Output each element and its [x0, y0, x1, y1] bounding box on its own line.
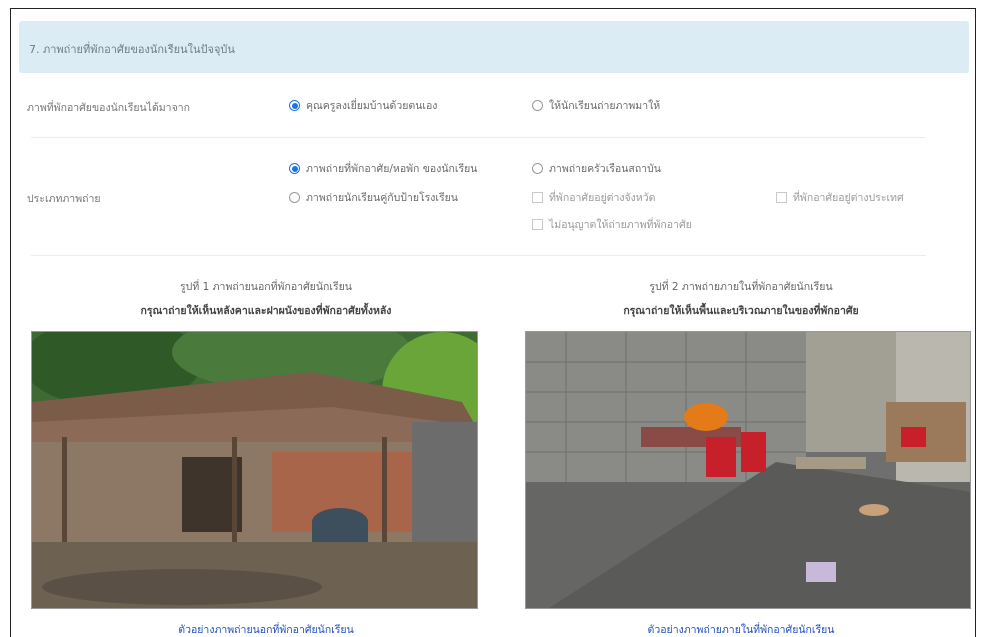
- checkbox-other-province[interactable]: [532, 192, 543, 203]
- check-not-allowed[interactable]: ไม่อนุญาตให้ถ่ายภาพที่พักอาศัย: [532, 216, 692, 233]
- check-other-province[interactable]: ที่พักอาศัยอยู่ต่างจังหวัด: [532, 189, 655, 206]
- source-option-teacher-label: คุณครูลงเยี่ยมบ้านด้วยตนเอง: [306, 100, 438, 112]
- section-title: 7. ภาพถ่ายที่พักอาศัยของนักเรียนในปัจจุบ…: [29, 43, 235, 56]
- picture-2-example-link[interactable]: ตัวอย่างภาพถ่ายภายในที่พักอาศัยนักเรียน: [511, 621, 971, 637]
- picture-2-subtitle: กรุณาถ่ายให้เห็นพื้นและบริเวณภายในของที่…: [623, 305, 859, 317]
- radio-student-photo[interactable]: [532, 100, 543, 111]
- form-panel: 7. ภาพถ่ายที่พักอาศัยของนักเรียนในปัจจุบ…: [10, 8, 976, 637]
- picture-1-subtitle: กรุณาถ่ายให้เห็นหลังคาและฝาผนังของที่พัก…: [140, 305, 392, 317]
- section-header: 7. ภาพถ่ายที่พักอาศัยของนักเรียนในปัจจุบ…: [19, 21, 969, 73]
- photo-type-label: ประเภทภาพถ่าย: [27, 193, 101, 205]
- type-option-school-sign[interactable]: ภาพถ่ายนักเรียนคู่กับป้ายโรงเรียน: [289, 189, 458, 206]
- picture-1-title: รูปที่ 1 ภาพถ่ายนอกที่พักอาศัยนักเรียน: [180, 281, 352, 293]
- divider: [31, 255, 926, 256]
- check-other-province-label: ที่พักอาศัยอยู่ต่างจังหวัด: [549, 192, 656, 204]
- check-abroad[interactable]: ที่พักอาศัยอยู่ต่างประเทศ: [776, 189, 904, 206]
- picture-2-title: รูปที่ 2 ภาพถ่ายภายในที่พักอาศัยนักเรียน: [649, 281, 833, 293]
- radio-residence-photo[interactable]: [289, 163, 300, 174]
- radio-school-sign-photo[interactable]: [289, 192, 300, 203]
- picture-1-example-link[interactable]: ตัวอย่างภาพถ่ายนอกที่พักอาศัยนักเรียน: [31, 621, 501, 637]
- checkbox-abroad[interactable]: [776, 192, 787, 203]
- type-option-residence-label: ภาพถ่ายที่พักอาศัย/หอพัก ของนักเรียน: [306, 163, 478, 175]
- radio-teacher-visit[interactable]: [289, 100, 300, 111]
- source-option-student[interactable]: ให้นักเรียนถ่ายภาพมาให้: [532, 97, 660, 114]
- source-option-teacher[interactable]: คุณครูลงเยี่ยมบ้านด้วยตนเอง: [289, 97, 437, 114]
- picture-1-image[interactable]: [31, 331, 478, 609]
- type-option-school-sign-label: ภาพถ่ายนักเรียนคู่กับป้ายโรงเรียน: [306, 192, 458, 204]
- radio-institution-photo[interactable]: [532, 163, 543, 174]
- type-option-residence[interactable]: ภาพถ่ายที่พักอาศัย/หอพัก ของนักเรียน: [289, 160, 477, 177]
- check-not-allowed-label: ไม่อนุญาตให้ถ่ายภาพที่พักอาศัย: [549, 219, 692, 231]
- picture-2-image[interactable]: [525, 331, 971, 609]
- check-abroad-label: ที่พักอาศัยอยู่ต่างประเทศ: [793, 192, 904, 204]
- type-option-institution[interactable]: ภาพถ่ายครัวเรือนสถาบัน: [532, 160, 661, 177]
- photo-source-label: ภาพที่พักอาศัยของนักเรียนได้มาจาก: [27, 102, 190, 114]
- checkbox-not-allowed[interactable]: [532, 219, 543, 230]
- type-option-institution-label: ภาพถ่ายครัวเรือนสถาบัน: [549, 163, 661, 175]
- divider: [31, 137, 926, 138]
- source-option-student-label: ให้นักเรียนถ่ายภาพมาให้: [549, 100, 661, 112]
